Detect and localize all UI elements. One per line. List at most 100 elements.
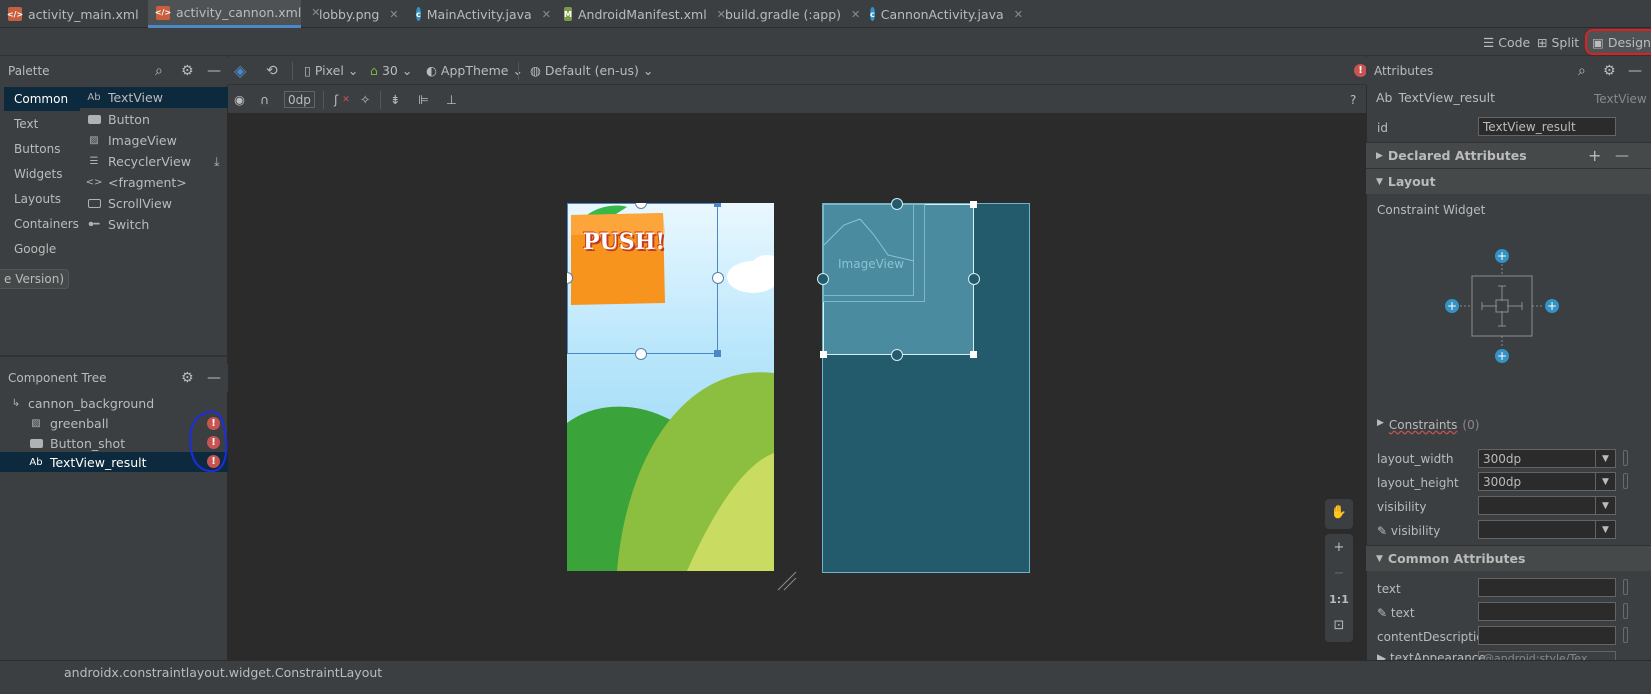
palette-item-textview[interactable]: Ab TextView [80, 87, 228, 108]
constraints-row[interactable]: ▶ Constraints (0) [1377, 418, 1479, 432]
resize-handle[interactable] [714, 203, 721, 207]
layout-width-field[interactable]: 300dp ▼ [1478, 449, 1616, 468]
constraint-anchor[interactable] [891, 349, 903, 361]
zoom-fit-icon[interactable]: ⊡ [1325, 612, 1353, 638]
palette-category-containers[interactable]: Containers [4, 212, 80, 236]
text-picker[interactable] [1623, 579, 1628, 595]
align-icon[interactable]: ⊫ [418, 89, 429, 110]
layout-section[interactable]: ▼ Layout [1366, 168, 1651, 194]
remove-icon[interactable]: — [1615, 148, 1629, 164]
common-attributes-section[interactable]: ▼ Common Attributes [1366, 545, 1651, 571]
palette-category-layouts[interactable]: Layouts [4, 187, 80, 211]
layout-width-picker[interactable] [1623, 450, 1628, 466]
infer-constraints-icon[interactable]: ✧ [360, 89, 370, 110]
close-icon[interactable]: ✕ [1014, 8, 1023, 21]
chevron-down-icon[interactable]: ▼ [1595, 497, 1615, 514]
constraint-anchor[interactable] [635, 348, 647, 360]
constraint-widget[interactable]: + + + + [1440, 246, 1560, 366]
search-icon[interactable]: ⌕ [1578, 63, 1586, 79]
tools-text-picker[interactable] [1623, 603, 1628, 619]
gear-icon[interactable]: ⚙ [1603, 63, 1616, 79]
layout-height-picker[interactable] [1623, 473, 1628, 489]
resize-handle[interactable] [970, 201, 977, 208]
zoom-actual-size-button[interactable]: 1:1 [1325, 586, 1353, 612]
palette-item-fragment[interactable]: <> <fragment> [86, 172, 187, 193]
clear-constraints-icon[interactable]: ʃ ✕ [334, 89, 350, 110]
device-selector[interactable]: ▯ Pixel ⌄ [304, 60, 358, 81]
tab-build-gradle[interactable]: build.gradle (:app) ✕ [711, 0, 861, 28]
chevron-down-icon[interactable]: ▼ [1595, 521, 1615, 538]
minimize-icon[interactable]: — [207, 370, 221, 386]
zoom-in-icon[interactable]: + [1325, 534, 1353, 560]
constraint-anchor[interactable] [968, 273, 980, 285]
tab-android-manifest[interactable]: M AndroidManifest.xml ✕ [556, 0, 726, 28]
tree-item-greenball[interactable]: ▨ greenball [28, 413, 108, 433]
palette-category-common[interactable]: Common [4, 87, 80, 111]
chevron-down-icon[interactable]: ▼ [1595, 473, 1615, 490]
gear-icon[interactable]: ⚙ [181, 370, 194, 386]
layout-height-field[interactable]: 300dp ▼ [1478, 472, 1616, 491]
palette-category-buttons[interactable]: Buttons [4, 137, 80, 161]
breadcrumb[interactable]: androidx.constraintlayout.widget.Constra… [64, 665, 382, 680]
text-appearance-field[interactable]: @android:style/Tex [1478, 651, 1616, 660]
palette-item-switch[interactable]: ⏺━ Switch [86, 214, 149, 235]
chevron-down-icon[interactable]: ▼ [1595, 450, 1615, 467]
tree-root-cannon-background[interactable]: ↳ cannon_background [10, 393, 154, 413]
design-mode-button[interactable]: ▣ Design [1585, 29, 1651, 55]
blueprint-surface[interactable]: ImageView [817, 198, 1030, 573]
palette-item-recyclerview[interactable]: ☰ RecyclerView ⤓ [86, 151, 220, 172]
declared-attributes-section[interactable]: ▶ Declared Attributes + — [1366, 142, 1651, 168]
palette-category-widgets[interactable]: Widgets [4, 162, 80, 186]
palette-category-google[interactable]: Google [4, 237, 80, 261]
constraint-anchor[interactable] [817, 273, 829, 285]
palette-item-button[interactable]: Button [86, 109, 150, 130]
layers-icon[interactable]: ◈ [234, 60, 246, 81]
id-field[interactable]: TextView_result [1478, 117, 1616, 136]
close-icon[interactable]: ✕ [851, 8, 860, 21]
constraint-anchor[interactable] [712, 272, 724, 284]
resize-handle[interactable] [820, 351, 827, 358]
text-field[interactable] [1478, 578, 1616, 597]
close-icon[interactable]: ✕ [389, 8, 398, 21]
minimize-icon[interactable]: — [207, 63, 221, 79]
add-icon[interactable]: + [1588, 146, 1601, 165]
selected-textview-outline[interactable] [567, 203, 718, 354]
theme-selector[interactable]: ◐AppTheme⌄ [426, 60, 523, 81]
zoom-out-icon[interactable]: − [1325, 560, 1353, 586]
visibility-field[interactable]: ▼ [1478, 496, 1616, 515]
close-icon[interactable]: ✕ [542, 8, 551, 21]
tab-main-activity[interactable]: c MainActivity.java ✕ [408, 0, 556, 28]
help-icon[interactable]: ? [1350, 89, 1356, 110]
guidelines-icon[interactable]: ⊥ [446, 89, 457, 110]
minimize-icon[interactable]: — [1628, 63, 1642, 79]
constraint-anchor[interactable] [891, 198, 903, 210]
locale-selector[interactable]: ◍ Default (en-us) ⌄ [530, 60, 653, 81]
code-mode-button[interactable]: ☰ Code [1478, 31, 1535, 53]
content-description-field[interactable] [1478, 626, 1616, 645]
download-icon[interactable]: ⤓ [214, 154, 220, 170]
pack-icon[interactable]: ⇟ [390, 89, 400, 110]
tab-cannon-activity[interactable]: c CannonActivity.java ✕ [862, 0, 1023, 28]
hand-icon[interactable]: ✋ [1325, 499, 1353, 525]
resize-handle[interactable] [970, 351, 977, 358]
orientation-icon[interactable]: ⟲ [266, 60, 278, 81]
api-selector[interactable]: ⌂ 30 ⌄ [370, 60, 412, 81]
design-surface[interactable]: PUSH! [567, 203, 774, 571]
tab-activity-main[interactable]: </> activity_main.xml✕ [0, 0, 158, 28]
split-mode-button[interactable]: ⊞ Split [1532, 31, 1584, 53]
search-icon[interactable]: ⌕ [155, 63, 163, 79]
tools-text-field[interactable] [1478, 602, 1616, 621]
palette-item-imageview[interactable]: ▨ ImageView [86, 130, 177, 151]
palette-category-text[interactable]: Text [4, 112, 80, 136]
resize-handle[interactable] [714, 350, 721, 357]
blueprint-imageview[interactable]: ImageView [823, 204, 914, 296]
palette-item-scrollview[interactable]: ScrollView [86, 193, 172, 214]
tools-visibility-field[interactable]: ▼ [1478, 520, 1616, 539]
resize-corner-icon[interactable] [776, 570, 798, 592]
eye-icon[interactable]: ◉ [234, 89, 245, 110]
default-margin-field[interactable]: 0dp [284, 91, 315, 108]
gear-icon[interactable]: ⚙ [181, 63, 194, 79]
tree-item-button-shot[interactable]: Button_shot [28, 433, 125, 453]
tab-lobby-png[interactable]: lobby.png ✕ [305, 0, 405, 28]
magnet-icon[interactable]: ∩ [260, 89, 269, 110]
